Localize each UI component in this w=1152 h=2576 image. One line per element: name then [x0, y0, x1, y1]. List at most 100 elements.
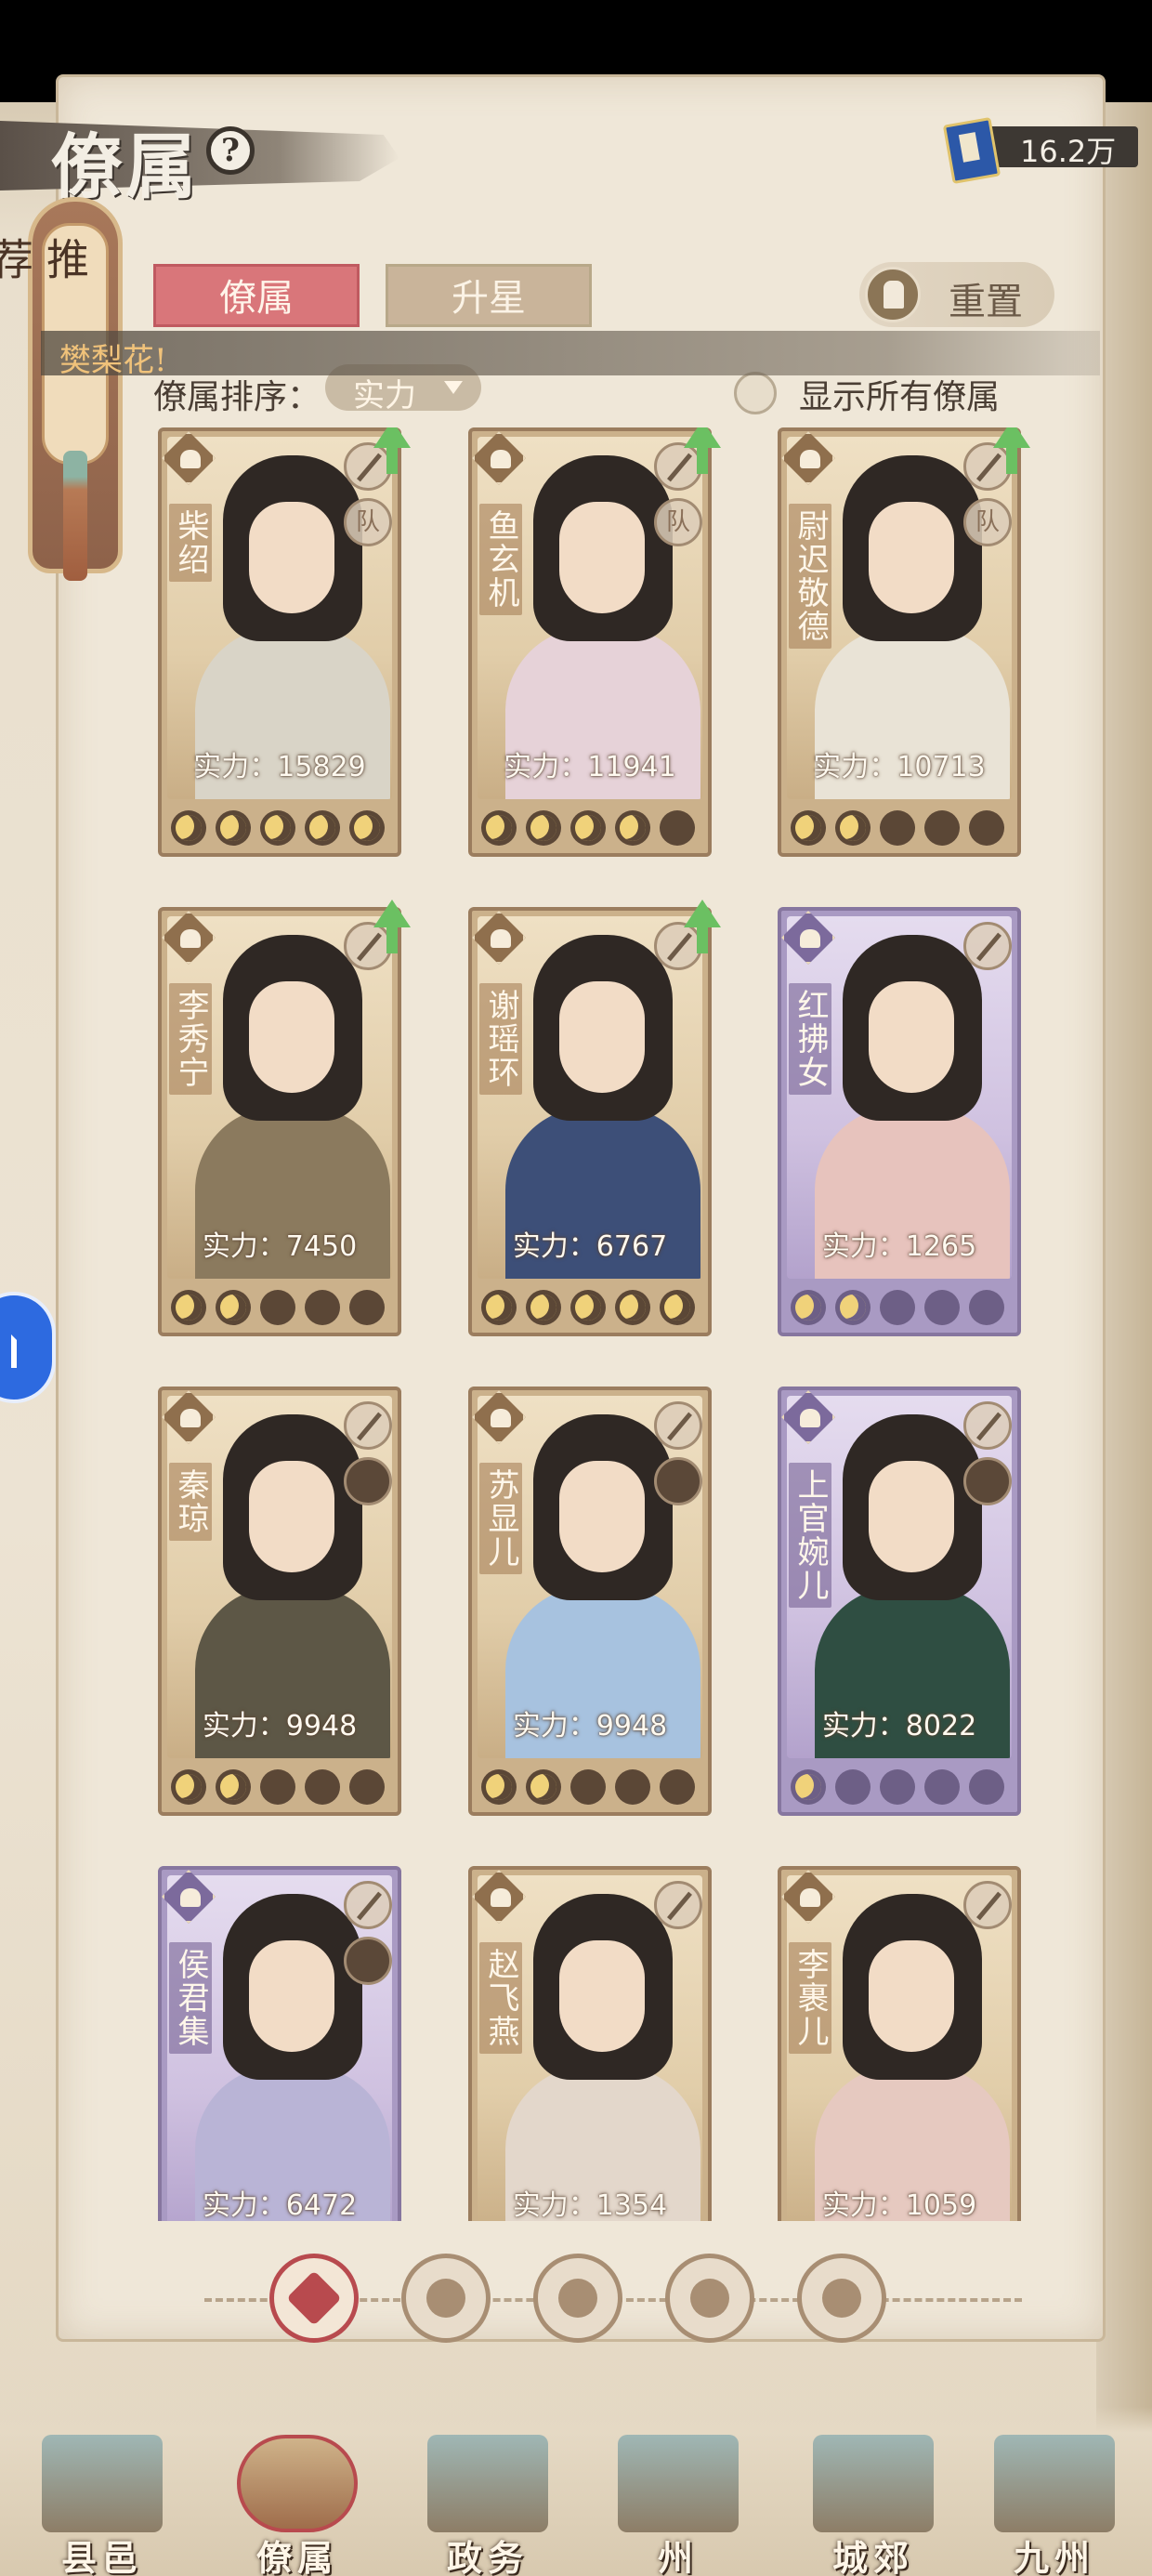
moon-star-empty-icon	[660, 810, 695, 846]
floating-assist-button[interactable]	[0, 1292, 56, 1403]
tab-retainers[interactable]: 僚属	[153, 264, 360, 327]
name-strip: 柴绍	[169, 504, 212, 582]
weapon-icon	[654, 922, 702, 970]
retainer-name: 李秀宁	[172, 989, 209, 1089]
star-row	[171, 807, 390, 849]
portrait-face	[869, 502, 954, 613]
star-row	[481, 1286, 700, 1329]
weapon-icon	[963, 1881, 1012, 1929]
retainer-card[interactable]: 赵飞燕 实力：1354	[468, 1866, 712, 2221]
moon-star-lit-icon	[260, 810, 295, 846]
filter-glyph	[286, 2270, 342, 2326]
nav-label: 州	[657, 2537, 699, 2576]
reset-button[interactable]: 重置	[859, 262, 1054, 327]
name-strip: 尉迟敬德	[789, 504, 831, 649]
retainer-card[interactable]: 谢瑶环 实力：6767	[468, 900, 721, 1336]
nav-label: 僚属	[255, 2537, 338, 2576]
star-row	[481, 807, 700, 849]
nav-label: 九州	[1013, 2537, 1095, 2576]
recommend-char: 荐	[0, 237, 34, 282]
moon-star-lit-icon	[835, 810, 871, 846]
upgrade-arrow-icon	[373, 427, 411, 474]
moon-star-empty-icon	[305, 1290, 340, 1325]
portrait-face	[559, 981, 645, 1093]
moon-star-empty-icon	[305, 1769, 340, 1805]
nav-label: 城郊	[831, 2537, 914, 2576]
retainer-card[interactable]: 苏显儿 实力：9948	[468, 1387, 712, 1816]
retainer-card[interactable]: 李秀宁 实力：7450	[158, 900, 411, 1336]
moon-star-empty-icon	[349, 1769, 385, 1805]
moon-star-lit-icon	[615, 1290, 650, 1325]
moon-star-empty-icon	[969, 810, 1004, 846]
partner-avatar-icon	[344, 1937, 392, 1985]
show-all-checkbox[interactable]	[734, 372, 777, 414]
star-row	[791, 1286, 1010, 1329]
portrait-face	[869, 1461, 954, 1572]
filter-glyph	[822, 2279, 861, 2318]
portrait-face	[249, 1461, 334, 1572]
star-row	[791, 807, 1010, 849]
weapon-icon	[344, 1881, 392, 1929]
moon-star-lit-icon	[660, 1290, 695, 1325]
reset-label: 重置	[949, 281, 1023, 323]
nav-label: 县邑	[60, 2537, 143, 2576]
county-building-icon	[42, 2435, 163, 2532]
moon-star-lit-icon	[481, 1290, 517, 1325]
retainer-card[interactable]: 尉迟敬德 队实力：10713	[778, 427, 1030, 857]
upgrade-arrow-icon	[684, 900, 721, 953]
moon-star-lit-icon	[791, 810, 826, 846]
retainer-name: 柴绍	[172, 509, 209, 576]
bell-filter-icon[interactable]	[401, 2254, 491, 2343]
power-value: 实力：11941	[504, 751, 676, 783]
power-value: 实力：6472	[202, 2189, 358, 2221]
moon-star-empty-icon	[349, 1290, 385, 1325]
retainer-card[interactable]: 柴绍 队实力：15829	[158, 427, 411, 857]
moon-star-lit-icon	[791, 1769, 826, 1805]
retainer-name: 赵飞燕	[482, 1948, 519, 2048]
portrait-face	[869, 981, 954, 1093]
nav-retainers[interactable]: 僚属	[214, 2435, 381, 2576]
power-value: 实力：9948	[512, 1710, 668, 1742]
retainer-card[interactable]: 侯君集 实力：6472	[158, 1866, 401, 2221]
power-value: 实力：10713	[813, 751, 986, 783]
nav-prefecture[interactable]: 州	[595, 2435, 762, 2576]
weapon-icon	[344, 442, 392, 491]
moon-star-lit-icon	[216, 1290, 251, 1325]
retainer-grid: 柴绍 队实力：15829 鱼玄机 队实力：11941 尉迟敬德 队实力：10713 李秀宁实…	[130, 427, 1041, 2221]
portrait-face	[249, 981, 334, 1093]
fan-filter-icon[interactable]	[665, 2254, 754, 2343]
retainer-card[interactable]: 红拂女 实力：1265	[778, 907, 1021, 1336]
portrait-face	[869, 1940, 954, 2052]
retainer-card[interactable]: 上官婉儿 实力：8022	[778, 1387, 1021, 1816]
retainer-card[interactable]: 鱼玄机 队实力：11941	[468, 427, 721, 857]
retainer-card[interactable]: 秦琼 实力：9948	[158, 1387, 401, 1816]
moon-star-lit-icon	[171, 1769, 206, 1805]
retainer-name: 李裹儿	[792, 1948, 829, 2048]
moon-star-lit-icon	[526, 1769, 561, 1805]
affairs-brush-icon	[427, 2435, 548, 2532]
name-strip: 李裹儿	[789, 1942, 831, 2054]
portrait-face	[559, 502, 645, 613]
all-filter-icon[interactable]	[269, 2254, 359, 2343]
announcement-marquee: 樊梨花!	[41, 331, 1100, 379]
gourd-filter-icon[interactable]	[533, 2254, 622, 2343]
retainer-name: 鱼玄机	[482, 509, 519, 610]
chevron-down-icon	[444, 381, 463, 394]
moon-star-lit-icon	[481, 1769, 517, 1805]
moon-star-lit-icon	[305, 810, 340, 846]
upgrade-arrow-icon	[373, 900, 411, 953]
nav-county[interactable]: 县邑	[19, 2435, 186, 2576]
nav-affairs[interactable]: 政务	[404, 2435, 571, 2576]
help-icon[interactable]: ?	[206, 126, 255, 175]
nav-suburbs[interactable]: 城郊	[790, 2435, 957, 2576]
team-icon: 队	[963, 498, 1012, 546]
show-all-label: 显示所有僚属	[799, 378, 1001, 416]
moon-star-empty-icon	[615, 1769, 650, 1805]
name-strip: 李秀宁	[169, 983, 212, 1095]
upgrade-arrow-icon	[684, 427, 721, 474]
horse-filter-icon[interactable]	[797, 2254, 886, 2343]
retainer-card[interactable]: 李裹儿 实力：1059	[778, 1866, 1021, 2221]
recommend-char: 推	[40, 237, 90, 282]
tab-star-up[interactable]: 升星	[386, 264, 592, 327]
nav-nine-provinces[interactable]: 九州	[971, 2435, 1138, 2576]
